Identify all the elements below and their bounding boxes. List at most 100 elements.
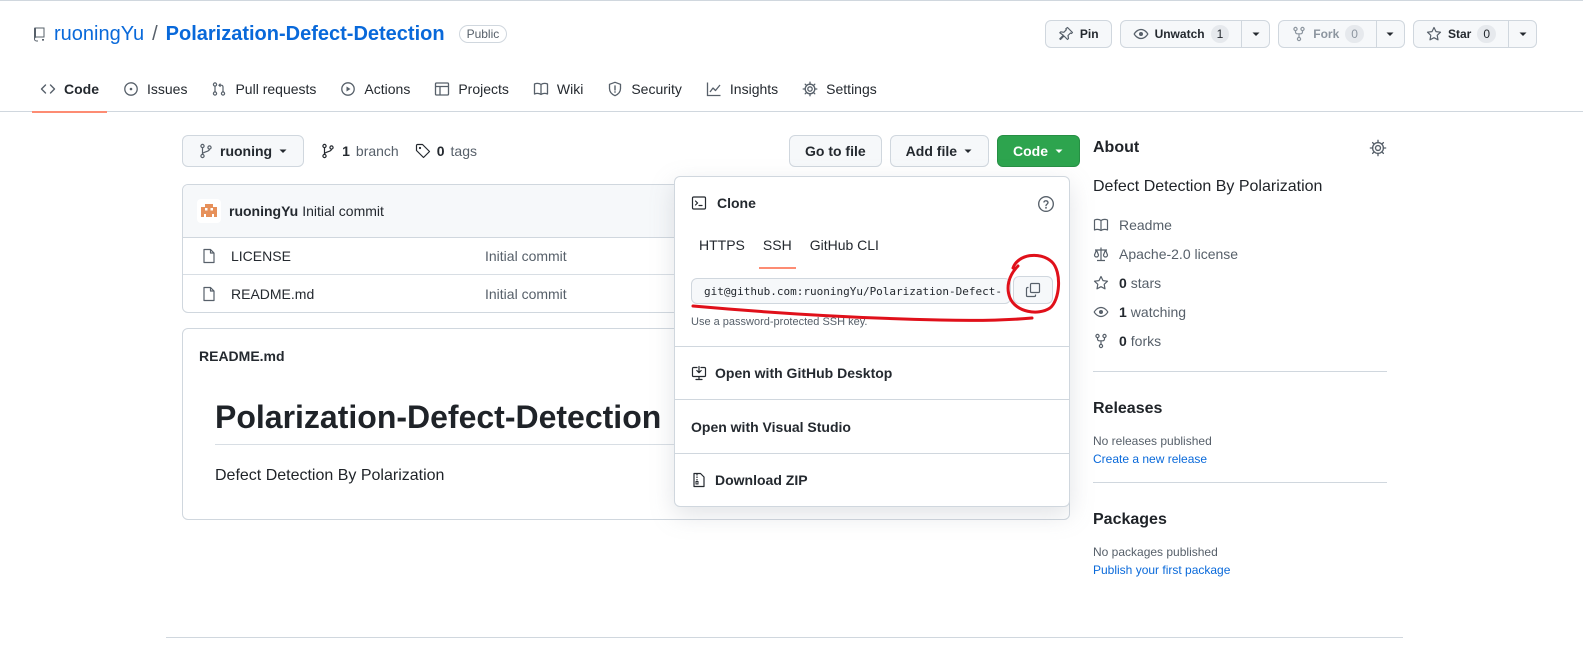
packages-empty-text: No packages published xyxy=(1093,545,1218,559)
tab-label: Pull requests xyxy=(235,81,317,97)
fork-dropdown[interactable] xyxy=(1375,21,1404,47)
commit-author-link[interactable]: ruoningYu xyxy=(229,203,298,219)
go-to-file-button[interactable]: Go to file xyxy=(789,135,882,167)
caret-down-icon xyxy=(1385,29,1395,39)
caret-down-icon xyxy=(1054,146,1064,156)
add-file-button[interactable]: Add file xyxy=(889,135,990,167)
repo-icon xyxy=(32,26,48,42)
license-label: Apache-2.0 license xyxy=(1119,245,1239,262)
unwatch-button[interactable]: Unwatch 1 xyxy=(1119,20,1271,48)
caret-down-icon xyxy=(1518,29,1528,39)
add-file-label: Add file xyxy=(905,143,958,159)
repo-title: ruoningYu / Polarization-Defect-Detectio… xyxy=(32,21,508,47)
ssh-hint: Use a password-protected SSH key. xyxy=(691,316,868,328)
license-link[interactable]: Apache-2.0 license xyxy=(1093,239,1387,268)
about-header: About xyxy=(1093,136,1387,160)
branch-label: branch xyxy=(355,143,399,159)
forks-count: 0 xyxy=(1119,332,1127,349)
tab-insights[interactable]: Insights xyxy=(698,71,786,107)
download-zip-option[interactable]: Download ZIP xyxy=(691,472,808,488)
tab-settings[interactable]: Settings xyxy=(794,71,885,107)
pin-button[interactable]: Pin xyxy=(1044,20,1112,48)
tag-icon xyxy=(415,143,431,159)
caret-down-icon xyxy=(1251,29,1261,39)
tab-actions[interactable]: Actions xyxy=(332,71,418,107)
graph-icon xyxy=(706,81,722,97)
clone-url-input[interactable]: git@github.com:ruoningYu/Polarization-De… xyxy=(691,278,1011,304)
gear-icon[interactable] xyxy=(1369,139,1387,157)
tag-count: 0 xyxy=(436,143,445,159)
stars-link[interactable]: 0 stars xyxy=(1093,268,1387,297)
tab-security[interactable]: Security xyxy=(599,71,690,107)
file-name-link[interactable]: README.md xyxy=(231,286,314,302)
tag-label: tags xyxy=(450,143,477,159)
readme-link[interactable]: Readme xyxy=(1093,210,1387,239)
file-commit-link[interactable]: Initial commit xyxy=(485,286,567,302)
tab-https[interactable]: HTTPS xyxy=(691,237,753,269)
packages-section: Packages No packages published Publish y… xyxy=(1093,483,1387,577)
branch-select-button[interactable]: ruoning xyxy=(182,135,305,167)
tab-pull-requests[interactable]: Pull requests xyxy=(203,71,324,107)
releases-section: Releases No releases published Create a … xyxy=(1093,372,1387,466)
copy-icon xyxy=(1025,282,1041,298)
repo-header-actions: Pin Unwatch 1 Fork 0 Star 0 xyxy=(1044,20,1537,48)
branch-icon xyxy=(198,143,214,159)
tab-code[interactable]: Code xyxy=(32,71,107,113)
open-desktop-option[interactable]: Open with GitHub Desktop xyxy=(691,365,892,381)
tab-projects[interactable]: Projects xyxy=(426,71,517,107)
file-zip-icon xyxy=(691,472,707,488)
clone-title: Clone xyxy=(717,195,756,211)
play-icon xyxy=(340,81,356,97)
tags-link[interactable]: 0 tags xyxy=(415,143,477,159)
publish-package-link[interactable]: Publish your first package xyxy=(1093,563,1387,577)
code-button[interactable]: Code xyxy=(997,135,1081,167)
code-button-label: Code xyxy=(1013,143,1049,159)
tab-label: Projects xyxy=(458,81,509,97)
clone-divider xyxy=(675,453,1069,454)
clone-divider xyxy=(675,399,1069,400)
gear-icon xyxy=(802,81,818,97)
tab-issues[interactable]: Issues xyxy=(115,71,195,107)
shield-icon xyxy=(607,81,623,97)
star-icon xyxy=(1093,275,1109,291)
file-icon xyxy=(201,286,217,302)
repo-separator: / xyxy=(152,22,158,45)
packages-title[interactable]: Packages xyxy=(1093,511,1387,529)
tab-wiki[interactable]: Wiki xyxy=(525,71,591,107)
repo-owner-link[interactable]: ruoningYu xyxy=(54,23,144,46)
tab-ssh[interactable]: SSH xyxy=(755,237,800,269)
releases-title[interactable]: Releases xyxy=(1093,400,1387,418)
create-release-link[interactable]: Create a new release xyxy=(1093,452,1387,466)
caret-down-icon xyxy=(963,146,973,156)
tab-github-cli[interactable]: GitHub CLI xyxy=(802,237,887,269)
readme-filename[interactable]: README.md xyxy=(199,348,285,364)
open-desktop-label: Open with GitHub Desktop xyxy=(715,365,893,381)
watching-link[interactable]: 1 watching xyxy=(1093,297,1387,326)
unwatch-dropdown[interactable] xyxy=(1241,21,1269,47)
fork-icon xyxy=(1291,26,1307,42)
commit-message-link[interactable]: Initial commit xyxy=(302,203,384,219)
branch-name: ruoning xyxy=(220,143,273,159)
copy-url-button[interactable] xyxy=(1013,276,1053,304)
repo-name-link[interactable]: Polarization-Defect-Detection xyxy=(166,23,445,46)
tab-label: Code xyxy=(64,81,99,97)
file-name-link[interactable]: LICENSE xyxy=(231,248,291,264)
branch-icon xyxy=(320,143,336,159)
watching-count: 1 xyxy=(1119,303,1127,320)
file-commit-link[interactable]: Initial commit xyxy=(485,248,567,264)
star-button[interactable]: Star 0 xyxy=(1412,20,1537,48)
question-icon[interactable] xyxy=(1037,195,1055,213)
forks-label: forks xyxy=(1130,332,1162,349)
open-visual-studio-option[interactable]: Open with Visual Studio xyxy=(691,419,851,435)
file-icon xyxy=(201,248,217,264)
branch-toolbar: ruoning 1 branch 0 tags xyxy=(182,135,477,167)
fork-label: Fork xyxy=(1313,27,1340,41)
avatar[interactable] xyxy=(197,199,221,223)
branches-link[interactable]: 1 branch xyxy=(320,143,399,159)
eye-icon xyxy=(1133,26,1149,42)
forks-link[interactable]: 0 forks xyxy=(1093,326,1387,355)
clone-dropdown: Clone HTTPS SSH GitHub CLI git@github.co… xyxy=(674,176,1070,507)
star-dropdown[interactable] xyxy=(1508,21,1536,47)
fork-button[interactable]: Fork 0 xyxy=(1278,20,1405,48)
terminal-icon xyxy=(691,195,707,211)
